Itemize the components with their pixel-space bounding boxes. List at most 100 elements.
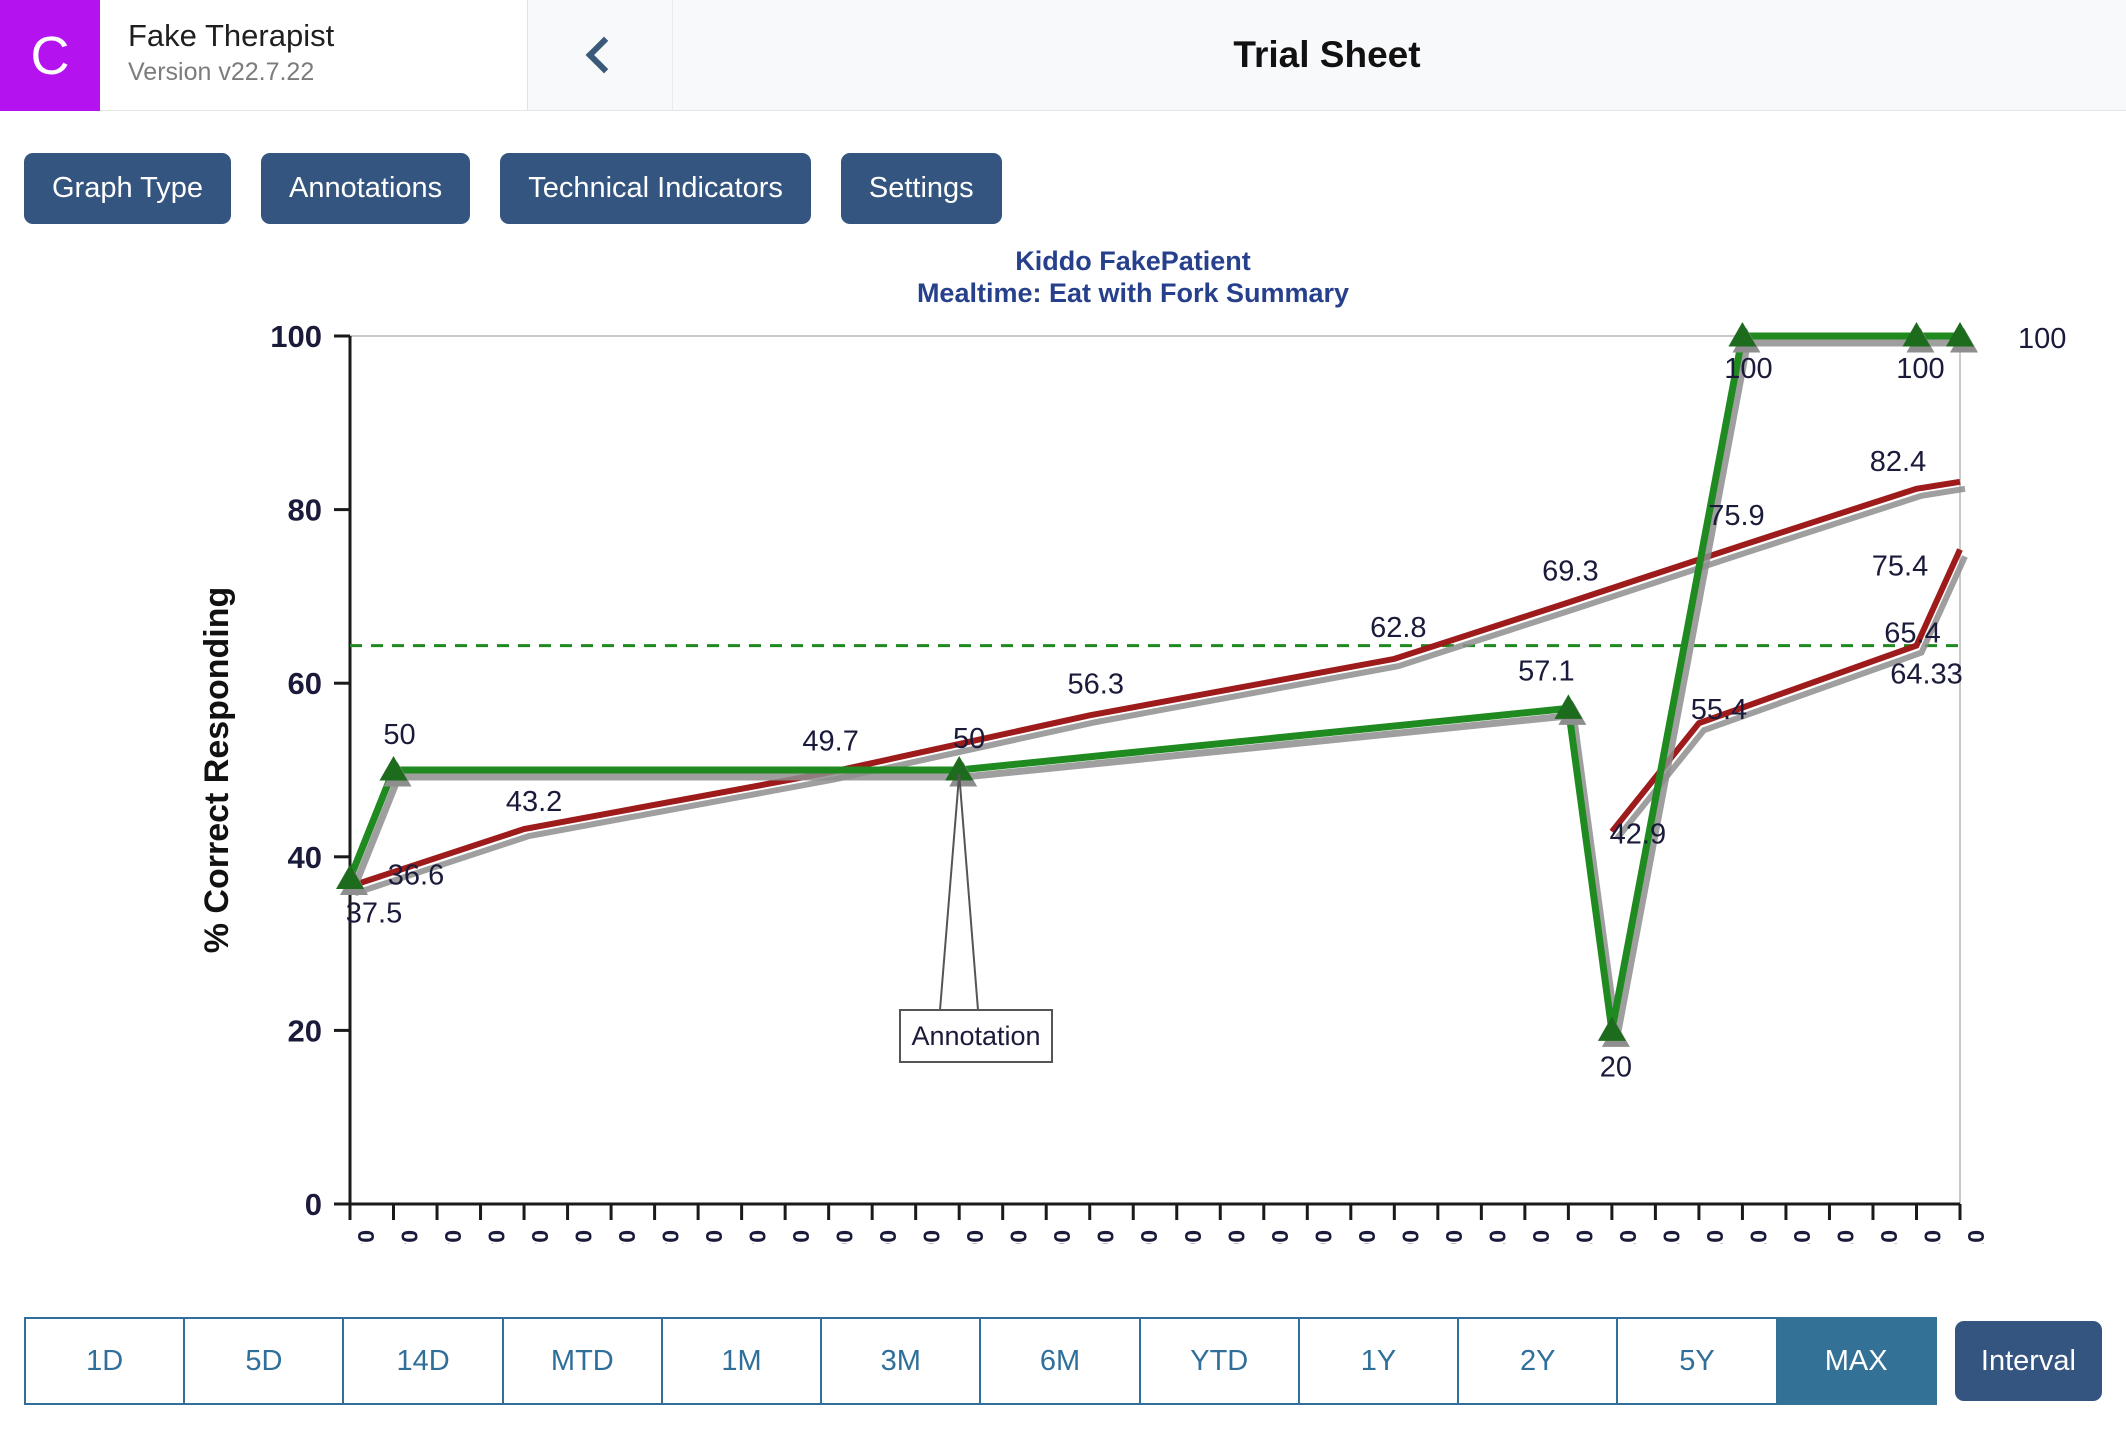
x-tick-label: 06/11/22	[1049, 1230, 1075, 1244]
x-tick-label: 05/12/22	[397, 1230, 423, 1244]
x-tick-label: 05/26/22	[701, 1230, 727, 1244]
chart-toolbar: Graph Type Annotations Technical Indicat…	[0, 111, 2126, 224]
x-tick-label: 05/24/22	[658, 1230, 684, 1244]
data-label: 100	[1896, 353, 1944, 385]
x-tick-label: 07/01/22	[1484, 1230, 1510, 1244]
app-header: C Fake Therapist Version v22.7.22 Trial …	[0, 0, 2126, 111]
x-tick-label: 05/22/22	[614, 1230, 640, 1244]
data-label: 75.9	[1708, 500, 1764, 532]
app-logo-icon: C	[0, 0, 100, 111]
graph-type-button[interactable]: Graph Type	[24, 153, 232, 224]
x-tick-label: 06/09/22	[1006, 1230, 1032, 1244]
range-button-group: 1D 5D 14D MTD 1M 3M 6M YTD 1Y 2Y 5Y MAX	[24, 1317, 1937, 1405]
x-tick-label: 05/28/22	[745, 1230, 771, 1244]
app-name: Fake Therapist	[128, 18, 335, 53]
range-button-6m[interactable]: 6M	[980, 1317, 1140, 1405]
data-label: 100	[1724, 353, 1772, 385]
data-label: 55.4	[1691, 694, 1747, 726]
data-label: 75.4	[1872, 551, 1928, 583]
x-tick-label: 06/29/22	[1441, 1230, 1467, 1244]
data-label: 100	[2018, 323, 2066, 355]
range-button-5d[interactable]: 5D	[184, 1317, 344, 1405]
data-label: 69.3	[1542, 555, 1598, 587]
x-tick-label: 07/03/22	[1528, 1230, 1554, 1244]
data-label: 64.33	[1890, 659, 1963, 691]
x-tick-label: 07/07/22	[1615, 1230, 1641, 1244]
x-tick-label: 05/18/22	[527, 1230, 553, 1244]
range-button-1m[interactable]: 1M	[661, 1317, 822, 1405]
x-tick-label: 06/05/22	[919, 1230, 945, 1244]
x-tick-label: 06/21/22	[1267, 1230, 1293, 1244]
range-button-1d[interactable]: 1D	[24, 1317, 185, 1405]
x-tick-label: 06/25/22	[1354, 1230, 1380, 1244]
range-button-max[interactable]: MAX	[1776, 1317, 1937, 1405]
x-tick-label: 07/17/22	[1832, 1230, 1858, 1244]
x-tick-label: 06/19/22	[1223, 1230, 1249, 1244]
range-button-ytd[interactable]: YTD	[1139, 1317, 1299, 1405]
annotation-pointer	[938, 773, 980, 1011]
range-button-3m[interactable]: 3M	[821, 1317, 981, 1405]
x-tick-label: 06/15/22	[1136, 1230, 1162, 1244]
y-tick-label: 80	[288, 493, 322, 528]
y-tick-label: 60	[288, 666, 322, 701]
x-tick-label: 07/19/22	[1876, 1230, 1902, 1244]
x-tick-label: 07/11/22	[1702, 1230, 1728, 1244]
y-tick-label: 40	[288, 840, 322, 875]
app-version: Version v22.7.22	[128, 58, 315, 87]
series-eat-with-fork	[346, 332, 1960, 1032]
x-tick-label: 05/10/22	[353, 1230, 379, 1244]
x-tick-label: 07/23/22	[1963, 1230, 1989, 1244]
brand-block: C Fake Therapist Version v22.7.22	[0, 0, 528, 111]
data-label: 82.4	[1870, 446, 1926, 478]
data-label: 57.1	[1518, 655, 1574, 687]
x-tick-label: 06/23/22	[1310, 1230, 1336, 1244]
settings-button[interactable]: Settings	[840, 153, 1002, 224]
data-label: 62.8	[1370, 612, 1426, 644]
x-tick-label: 05/30/22	[788, 1230, 814, 1244]
y-tick-label: 20	[288, 1013, 322, 1048]
x-tick-label: 06/03/22	[875, 1230, 901, 1244]
data-label: 50	[953, 723, 985, 755]
range-button-mtd[interactable]: MTD	[502, 1317, 662, 1405]
x-tick-label: 06/27/22	[1397, 1230, 1423, 1244]
y-axis-title: % Correct Responding	[198, 587, 236, 953]
data-label: 56.3	[1068, 668, 1124, 700]
range-button-14d[interactable]: 14D	[343, 1317, 503, 1405]
data-label: 50	[383, 719, 415, 751]
x-tick-label: 05/14/22	[440, 1230, 466, 1244]
page-title: Trial Sheet	[1233, 34, 1421, 75]
x-tick-label: 06/07/22	[962, 1230, 988, 1244]
data-label: 20	[1600, 1051, 1632, 1083]
x-tick-label: 06/17/22	[1180, 1230, 1206, 1244]
x-tick-label: 05/16/22	[484, 1230, 510, 1244]
data-label: 43.2	[506, 786, 562, 818]
data-label: 42.9	[1610, 819, 1666, 851]
x-tick-label: 07/15/22	[1789, 1230, 1815, 1244]
range-button-5y[interactable]: 5Y	[1617, 1317, 1777, 1405]
data-label: 65.4	[1884, 617, 1940, 649]
range-button-2y[interactable]: 2Y	[1458, 1317, 1618, 1405]
technical-indicators-button[interactable]: Technical Indicators	[500, 153, 811, 224]
x-tick-label: 07/13/22	[1745, 1230, 1771, 1244]
trial-sheet-chart: Kiddo FakePatientMealtime: Eat with Fork…	[198, 246, 2066, 1244]
series-moving-average-shadow	[1614, 555, 1968, 841]
x-tick-label: 07/21/22	[1919, 1230, 1945, 1244]
chevron-left-icon	[585, 36, 623, 74]
x-tick-label: 05/20/22	[571, 1230, 597, 1244]
chart-container: Kiddo FakePatient Mealtime: Eat with Fork…	[0, 224, 2126, 1244]
annotation-label: Annotation	[911, 1021, 1040, 1051]
annotations-button[interactable]: Annotations	[261, 153, 471, 224]
back-button[interactable]	[528, 0, 673, 110]
x-tick-label: 06/01/22	[832, 1230, 858, 1244]
range-selector-bar: 1D 5D 14D MTD 1M 3M 6M YTD 1Y 2Y 5Y MAX Interval	[24, 1317, 2102, 1405]
data-label: 36.6	[388, 859, 444, 891]
y-tick-label: 0	[305, 1187, 322, 1222]
x-tick-label: 07/09/22	[1658, 1230, 1684, 1244]
chart-subtitle: Mealtime: Eat with Fork Summary	[917, 278, 1349, 308]
chart-title: Kiddo FakePatient	[1015, 246, 1251, 276]
x-tick-label: 07/05/22	[1571, 1230, 1597, 1244]
x-tick-label: 06/13/22	[1093, 1230, 1119, 1244]
data-label: 37.5	[346, 898, 402, 930]
range-button-1y[interactable]: 1Y	[1298, 1317, 1459, 1405]
interval-button[interactable]: Interval	[1954, 1321, 2102, 1401]
